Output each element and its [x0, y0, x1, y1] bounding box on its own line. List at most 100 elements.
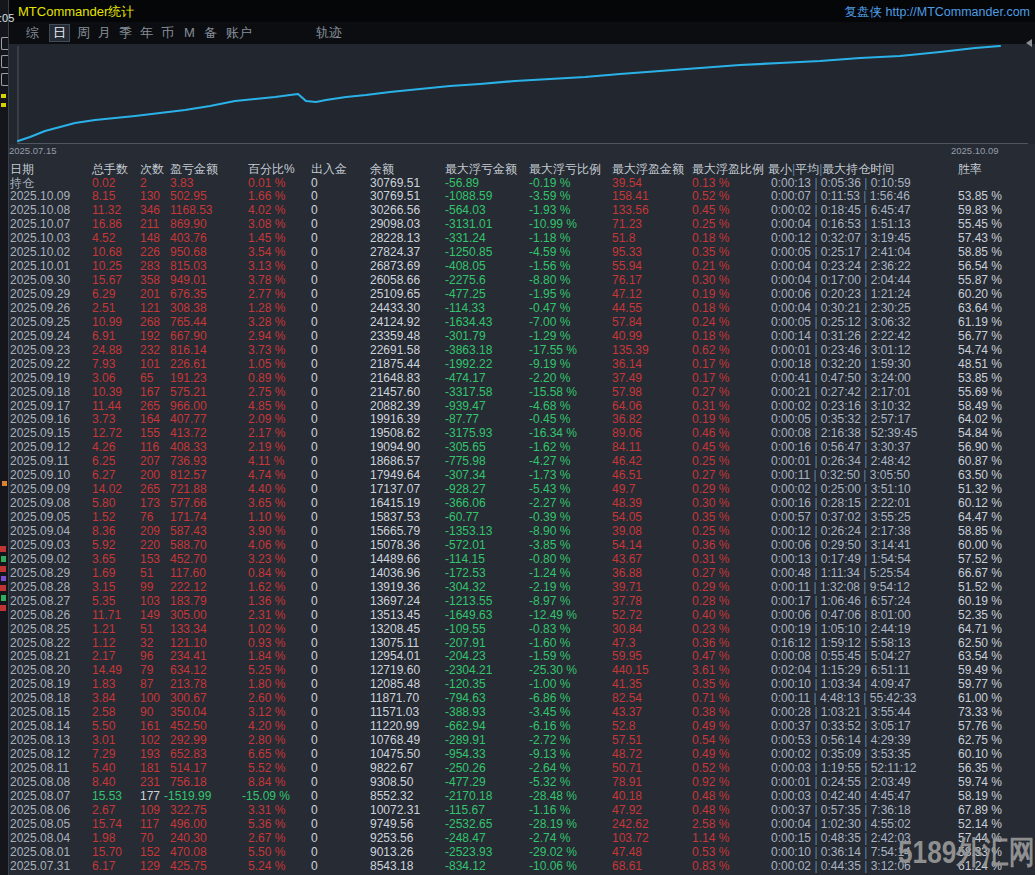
menu-item-7[interactable]: 币 [161, 22, 174, 44]
menu-item-11[interactable]: 轨迹 [316, 22, 342, 44]
table-row[interactable]: 2025.10.098.15130502.951.66 %030769.51-1… [0, 190, 1035, 204]
menu-item-4[interactable]: 月 [98, 22, 111, 44]
table-row[interactable]: 2025.09.296.29201676.352.77 %025109.65-4… [0, 288, 1035, 302]
menu-item-9[interactable]: 备 [204, 22, 217, 44]
table-row[interactable]: 2025.08.0515.74117496.005.36 %09749.56-2… [0, 818, 1035, 832]
col-header-balance[interactable]: 余额 [370, 162, 394, 176]
col-header-inout[interactable]: 出入金 [311, 162, 347, 176]
cell-max-float-loss-pct: -2.64 % [529, 762, 570, 776]
col-header-count[interactable]: 次数 [140, 162, 164, 176]
table-row[interactable]: 2025.08.191.8387213.781.80 %012085.48-12… [0, 678, 1035, 692]
table-row[interactable]: 2025.10.034.52148403.761.45 %028228.13-3… [0, 232, 1035, 246]
table-row[interactable]: 2025.08.283.1599222.121.62 %013919.36-30… [0, 581, 1035, 595]
menu-item-2[interactable]: 日 [49, 24, 70, 42]
cell-max-float-loss: -172.53 [445, 567, 486, 581]
col-header-date[interactable]: 日期 [10, 162, 34, 176]
table-row[interactable]: 2025.08.2014.4979634.125.25 %012719.60-2… [0, 664, 1035, 678]
table-row[interactable]: 2025.09.2510.99268765.443.28 %024124.92-… [0, 316, 1035, 330]
table-row[interactable]: 2025.09.2324.88232816.143.73 %022691.58-… [0, 344, 1035, 358]
table-row[interactable]: 2025.08.183.84100300.672.60 %011871.70-7… [0, 692, 1035, 706]
table-row[interactable]: 2025.09.246.91192667.902.94 %023359.48-3… [0, 330, 1035, 344]
table-row[interactable]: 2025.08.2611.71149305.002.31 %013513.45-… [0, 609, 1035, 623]
table-row[interactable]: 2025.09.262.51121308.381.28 %024433.30-1… [0, 302, 1035, 316]
table-row[interactable]: 2025.08.115.40181514.175.52 %09822.67-25… [0, 762, 1035, 776]
time-part: 2:22:01 [871, 496, 911, 510]
col-header-pnl[interactable]: 盈亏金额 [170, 162, 218, 176]
table-row[interactable]: 2025.09.1711.44265966.004.85 %020882.39-… [0, 400, 1035, 414]
menu-item-6[interactable]: 年 [140, 22, 153, 44]
table-row[interactable]: 2025.10.0716.86211869.903.08 %029098.03-… [0, 218, 1035, 232]
table-row[interactable]: 2025.09.116.25207736.934.11 %018686.57-7… [0, 455, 1035, 469]
table-row[interactable]: 2025.10.0210.68226950.683.54 %027824.37-… [0, 246, 1035, 260]
cell-date: 2025.09.18 [10, 386, 70, 400]
table-row[interactable]: 2025.08.291.6951117.600.84 %014036.96-17… [0, 567, 1035, 581]
col-header-hold-time[interactable]: 最小|平均|最大持仓时间 [768, 162, 894, 176]
col-header-max-float-profit-pct[interactable]: 最大浮盈比例 [692, 162, 764, 176]
table-row[interactable]: 2025.08.062.67109322.753.31 %010072.31-1… [0, 804, 1035, 818]
menu-item-1[interactable]: 综 [26, 22, 39, 44]
table-row[interactable]: 2025.09.048.36209587.433.90 %015665.79-1… [0, 525, 1035, 539]
table-row[interactable]: 2025.08.041.9870240.302.67 %09253.56-248… [0, 832, 1035, 846]
table-row[interactable]: 2025.09.085.80173577.663.65 %016415.19-3… [0, 497, 1035, 511]
window-left-border [8, 0, 9, 875]
time-part: 0:23:46 [821, 343, 861, 357]
table-row[interactable]: 2025.09.227.93101226.611.05 %021875.44-1… [0, 358, 1035, 372]
table-row[interactable]: 2025.08.251.2151133.341.02 %013208.45-10… [0, 623, 1035, 637]
time-pipe: | [811, 301, 821, 315]
table-row[interactable]: 2025.09.023.65153452.703.23 %014489.66-1… [0, 553, 1035, 567]
menu-item-10[interactable]: 账户 [226, 22, 252, 44]
table-row[interactable]: 2025.08.145.50161452.504.20 %011220.99-6… [0, 720, 1035, 734]
col-header-max-float-loss-pct[interactable]: 最大浮亏比例 [529, 162, 601, 176]
time-part: 0:10:59 [871, 176, 911, 190]
table-row[interactable]: 2025.08.133.01102292.992.80 %010768.49-2… [0, 734, 1035, 748]
table-row[interactable]: 2025.08.152.5890350.043.12 %011571.03-38… [0, 706, 1035, 720]
col-header-lots[interactable]: 总手数 [92, 162, 128, 176]
table-row[interactable]: 2025.10.0110.25283815.033.13 %026873.69-… [0, 260, 1035, 274]
table-row[interactable]: 2025.08.221.1232121.100.93 %013075.11-20… [0, 637, 1035, 651]
time-pipe: | [861, 719, 871, 733]
cell-winrate: 66.67 % [958, 567, 1002, 581]
table-row[interactable]: 2025.08.275.35103183.791.36 %013697.24-1… [0, 595, 1035, 609]
table-row[interactable]: 2025.09.3015.67358949.013.78 %026058.66-… [0, 274, 1035, 288]
table-row[interactable]: 2025.10.0811.323461168.534.02 %030266.56… [0, 204, 1035, 218]
table-row[interactable]: 2025.08.088.40231756.188.84 %09308.50-47… [0, 776, 1035, 790]
table-row[interactable]: 2025.08.0115.70152470.085.50 %09013.26-2… [0, 846, 1035, 860]
table-row[interactable]: 2025.09.124.26116408.332.19 %019094.90-3… [0, 441, 1035, 455]
table-row[interactable]: 2025.08.0715.53177-1519.99-15.09 %08552.… [0, 790, 1035, 804]
table-row[interactable]: 2025.07.316.17129425.755.24 %08543.18-83… [0, 860, 1035, 874]
cell-max-float-profit: 57.84 [612, 316, 642, 330]
cell-count: 220 [140, 539, 160, 553]
table-row[interactable]: 2025.09.035.92220588.704.06 %015078.36-5… [0, 539, 1035, 553]
time-pipe: | [811, 399, 821, 413]
cell-max-float-loss-pct: -6.16 % [529, 720, 570, 734]
table-row[interactable]: 2025.08.212.1796234.411.84 %012954.01-20… [0, 650, 1035, 664]
table-row[interactable]: 2025.08.127.29193652.836.65 %010475.50-9… [0, 748, 1035, 762]
table-row[interactable]: 2025.09.1810.39167575.212.75 %021457.60-… [0, 386, 1035, 400]
site-link[interactable]: 复盘侠 http://MTCommander.com [845, 4, 1030, 21]
cell-max-float-profit-pct: 0.48 % [692, 804, 729, 818]
cell-max-float-profit-pct: 0.18 % [692, 232, 729, 246]
time-part: 0:00:10 [771, 845, 811, 859]
col-header-percent[interactable]: 百分比% [248, 162, 295, 176]
cell-max-float-loss-pct: -3.85 % [529, 539, 570, 553]
table-row[interactable]: 持仓0.0223.830.01 %030769.51-56.89-0.19 %3… [0, 177, 1035, 191]
col-header-max-float-loss[interactable]: 最大浮亏金额 [445, 162, 517, 176]
table-row[interactable]: 2025.09.193.0665191.230.89 %021648.83-47… [0, 372, 1035, 386]
table-row[interactable]: 2025.09.106.27200812.574.74 %017949.64-3… [0, 469, 1035, 483]
cell-hold-times: 0:00:15 | 0:48:35 | 2:42:03 [771, 832, 911, 846]
table-row[interactable]: 2025.09.163.73164407.772.09 %019916.39-8… [0, 413, 1035, 427]
table-row[interactable]: 2025.09.0914.02265721.884.40 %017137.07-… [0, 483, 1035, 497]
menu-item-3[interactable]: 周 [77, 22, 90, 44]
table-row[interactable]: 2025.09.1512.72155413.722.17 %019508.62-… [0, 427, 1035, 441]
col-header-max-float-profit[interactable]: 最大浮盈金额 [612, 162, 684, 176]
table-row[interactable]: 2025.09.051.5276171.741.10 %015837.53-60… [0, 511, 1035, 525]
cell-pnl: 191.23 [170, 372, 207, 386]
col-header-winrate[interactable]: 胜率 [958, 162, 982, 176]
time-part: 3:06:32 [871, 315, 911, 329]
menu-item-5[interactable]: 季 [119, 22, 132, 44]
cell-balance: 12954.01 [370, 650, 420, 664]
scroll-left-arrow-icon[interactable] [1026, 39, 1032, 47]
menu-item-8[interactable]: M [184, 22, 195, 44]
cell-max-float-profit: 44.55 [612, 302, 642, 316]
cell-date: 2025.09.10 [10, 469, 70, 483]
